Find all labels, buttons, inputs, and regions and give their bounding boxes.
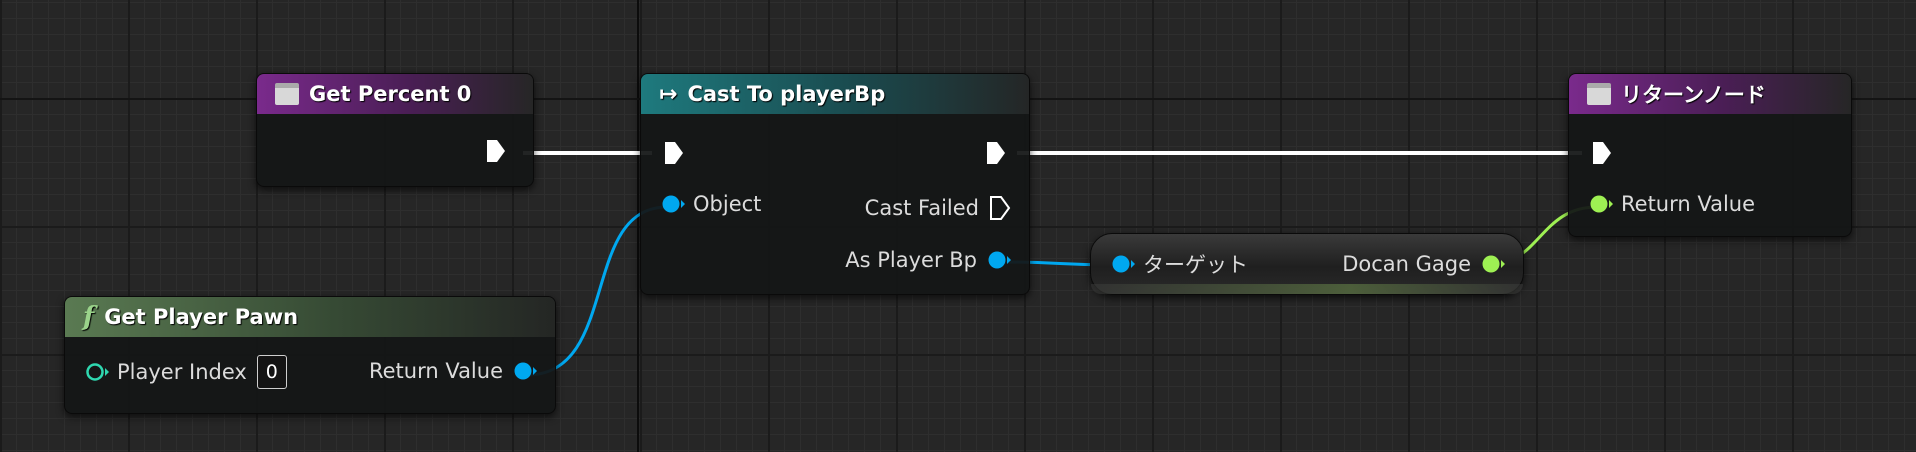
pin-label: ターゲット <box>1143 253 1248 277</box>
node-header: リターンノード <box>1569 74 1851 114</box>
box-icon <box>1587 83 1611 105</box>
float-pin-icon <box>1590 195 1613 213</box>
function-icon: f <box>83 302 95 332</box>
docan-gage-output-pin[interactable]: Docan Gage <box>1342 252 1505 276</box>
node-title: Cast To playerBp <box>687 82 886 106</box>
docan-gage-variable-node[interactable]: ターゲット Docan Gage <box>1090 233 1524 295</box>
exec-in-pin[interactable] <box>663 140 685 166</box>
node-header: f Get Player Pawn <box>65 297 555 337</box>
exec-pin-icon <box>987 142 1005 164</box>
object-pin-icon <box>988 251 1011 269</box>
box-icon <box>275 83 299 105</box>
float-pin-icon <box>1482 255 1505 273</box>
return-value-output-pin[interactable]: Return Value <box>369 359 537 383</box>
node-title: Get Player Pawn <box>104 305 299 329</box>
pin-label: Return Value <box>1621 192 1756 216</box>
exec-out-pin[interactable] <box>985 140 1007 166</box>
pin-label: Docan Gage <box>1342 252 1471 276</box>
grid-axis-vertical <box>637 0 639 452</box>
get-player-pawn-node[interactable]: f Get Player Pawn Player Index 0 Return … <box>64 296 556 414</box>
pin-label: Player Index <box>117 360 247 384</box>
pin-label: As Player Bp <box>845 248 977 272</box>
exec-out-pin[interactable] <box>485 138 507 164</box>
object-pin-icon <box>514 362 537 380</box>
pin-label: Object <box>693 192 762 216</box>
exec-pin-icon <box>665 142 683 164</box>
node-header: Get Percent 0 <box>257 74 533 114</box>
node-header: ↦ Cast To playerBp <box>641 74 1029 114</box>
pin-label: Cast Failed <box>864 196 979 220</box>
return-node[interactable]: リターンノード Return Value <box>1568 73 1852 237</box>
exec-pin-icon <box>487 140 505 162</box>
object-pin-icon <box>1112 255 1135 273</box>
return-value-pin[interactable]: Return Value <box>1589 192 1755 216</box>
as-player-output-pin[interactable]: As Player Bp <box>845 248 1011 272</box>
int-pin-icon <box>86 363 109 381</box>
player-index-input[interactable]: 0 <box>256 355 287 389</box>
arrow-right-icon: ↦ <box>659 81 678 107</box>
object-pin-icon <box>662 195 685 213</box>
exec-pin-hollow-icon <box>990 196 1011 220</box>
exec-pin-icon <box>1593 142 1611 164</box>
node-title: リターンノード <box>1621 83 1766 107</box>
target-input-pin[interactable]: ターゲット <box>1111 249 1248 279</box>
object-input-pin[interactable]: Object <box>661 192 761 216</box>
get-percent-node[interactable]: Get Percent 0 <box>256 73 534 187</box>
cast-failed-pin[interactable]: Cast Failed <box>865 195 1011 221</box>
player-index-pin[interactable]: Player Index 0 <box>85 355 287 389</box>
pin-label: Return Value <box>368 359 503 383</box>
node-title: Get Percent 0 <box>309 82 472 106</box>
exec-in-pin[interactable] <box>1591 140 1613 166</box>
cast-node[interactable]: ↦ Cast To playerBp Object Cast Failed As… <box>640 73 1030 295</box>
